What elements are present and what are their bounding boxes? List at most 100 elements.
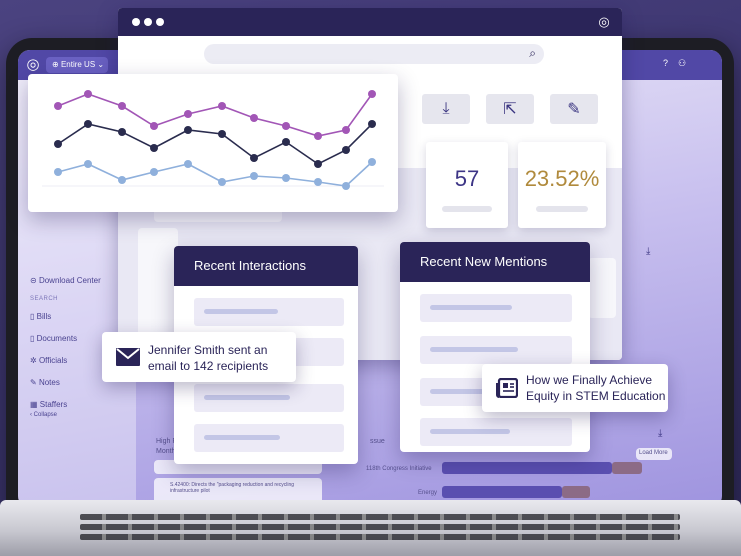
trend-point (184, 160, 192, 168)
email-line-1: Jennifer Smith sent an (148, 343, 268, 357)
region-select-label: Entire US (60, 60, 96, 69)
panel-title: Recent Interactions (174, 246, 358, 286)
trend-point (282, 138, 290, 146)
keyboard-row (80, 534, 680, 540)
chevron-down-icon: ⌄ (95, 60, 105, 69)
trend-point (218, 178, 226, 186)
list-item[interactable] (420, 418, 572, 446)
trend-point (218, 130, 226, 138)
trend-point (314, 132, 322, 140)
trend-point (314, 160, 322, 168)
email-icon (116, 348, 140, 366)
app-logo-icon[interactable]: ◎ (24, 56, 42, 74)
sidebar-item-notes[interactable]: ✎ Notes (30, 378, 60, 387)
trend-point (342, 126, 350, 134)
trend-point (184, 110, 192, 118)
trend-point (250, 172, 258, 180)
keyboard-row (80, 524, 680, 530)
trend-point (368, 158, 376, 166)
sidebar-item-staffers[interactable]: ▦ Staffers (30, 400, 67, 409)
trend-point (54, 102, 62, 110)
sidebar-section-heading: SEARCH (30, 296, 59, 302)
sidebar-item-label: Collapse (33, 412, 58, 418)
sidebar-item-label: Notes (38, 378, 60, 387)
globe-icon: ⊕ (52, 60, 61, 69)
user-icon[interactable]: ⚇ (678, 58, 686, 69)
sidebar-item-label: Staffers (39, 400, 68, 409)
list-item[interactable] (194, 424, 344, 452)
logo-icon: ◎ (598, 14, 610, 29)
email-callout: Jennifer Smith sent an email to 142 reci… (102, 332, 296, 382)
list-item[interactable] (194, 298, 344, 326)
sidebar-item-bills[interactable]: ▯ Bills (30, 312, 51, 321)
trend-chart-card (28, 74, 398, 212)
trend-point (84, 120, 92, 128)
trend-point (118, 102, 126, 110)
trend-point (150, 168, 158, 176)
trend-point (368, 120, 376, 128)
help-icon[interactable]: ? (663, 58, 668, 68)
trend-point (150, 122, 158, 130)
stat-value: 23.52% (524, 166, 600, 191)
ghost-card (588, 258, 616, 318)
recent-mentions-panel: Recent New Mentions (400, 242, 590, 452)
file-icon: ▯ (30, 312, 37, 321)
list-item[interactable] (420, 336, 572, 364)
trend-line-2 (57, 161, 373, 187)
search-input[interactable]: ⌕ (204, 44, 544, 64)
trend-point (150, 144, 158, 152)
download-icon[interactable]: ⤓ (646, 246, 650, 257)
window-dot[interactable] (156, 18, 164, 26)
trend-point (250, 114, 258, 122)
list-item[interactable] (420, 294, 572, 322)
edit-button[interactable]: ✎ (550, 94, 598, 124)
sidebar-item-documents[interactable]: ▯ Documents (30, 334, 77, 343)
trend-point (118, 128, 126, 136)
sidebar-item-label: Documents (36, 334, 78, 343)
sidebar-item-download-center[interactable]: ⊝ Download Center (30, 276, 101, 285)
window-dot[interactable] (132, 18, 140, 26)
officials-icon: ✲ (30, 356, 39, 365)
trend-point (282, 174, 290, 182)
share-button[interactable]: ⇱ (486, 94, 534, 124)
trend-line-1 (57, 123, 373, 165)
stat-value: 57 (454, 166, 480, 191)
trend-point (368, 90, 376, 98)
trend-point (184, 126, 192, 134)
trend-chart (42, 90, 384, 190)
trend-point (84, 160, 92, 168)
issue-label: ssue (370, 438, 385, 445)
download-icon: ⤓ (442, 100, 450, 117)
pencil-icon: ✎ (30, 378, 39, 387)
region-select[interactable]: ⊕ Entire US ⌄ (46, 57, 108, 73)
edit-icon: ✎ (567, 101, 581, 118)
window-dot[interactable] (144, 18, 152, 26)
trend-point (118, 176, 126, 184)
list-item[interactable] (194, 384, 344, 412)
trend-line-0 (57, 93, 373, 137)
sidebar-collapse-button[interactable]: ‹ Collapse (30, 412, 57, 418)
trend-point (54, 168, 62, 176)
load-more-button[interactable]: Load More (636, 448, 672, 460)
sidebar-item-officials[interactable]: ✲ Officials (30, 356, 67, 365)
download-icon[interactable]: ⤓ (658, 428, 662, 439)
email-line-2: email to 142 recipients (148, 359, 269, 373)
news-callout: How we Finally Achieve Equity in STEM Ed… (482, 364, 668, 412)
load-more-label: Load More (639, 450, 668, 456)
stat-tile-count: 57 (426, 142, 508, 228)
browser-titlebar: ◎ (118, 8, 622, 36)
download-button[interactable]: ⤓ (422, 94, 470, 124)
laptop-base (0, 500, 741, 556)
trend-point (250, 154, 258, 162)
sidebar-item-label: Bills (36, 312, 52, 321)
news-line-2: Equity in STEM Education (526, 389, 666, 403)
share-icon: ⇱ (503, 101, 517, 118)
document-icon: ▯ (30, 334, 37, 343)
trend-point (342, 146, 350, 154)
news-line-1: How we Finally Achieve (526, 373, 653, 387)
bill-snippet: S.42400: Directs the "packaging reductio… (170, 482, 295, 494)
keyboard-row (80, 514, 680, 520)
search-icon[interactable]: ⌕ (529, 46, 536, 61)
congress-bar (442, 462, 612, 474)
trend-point (84, 90, 92, 98)
